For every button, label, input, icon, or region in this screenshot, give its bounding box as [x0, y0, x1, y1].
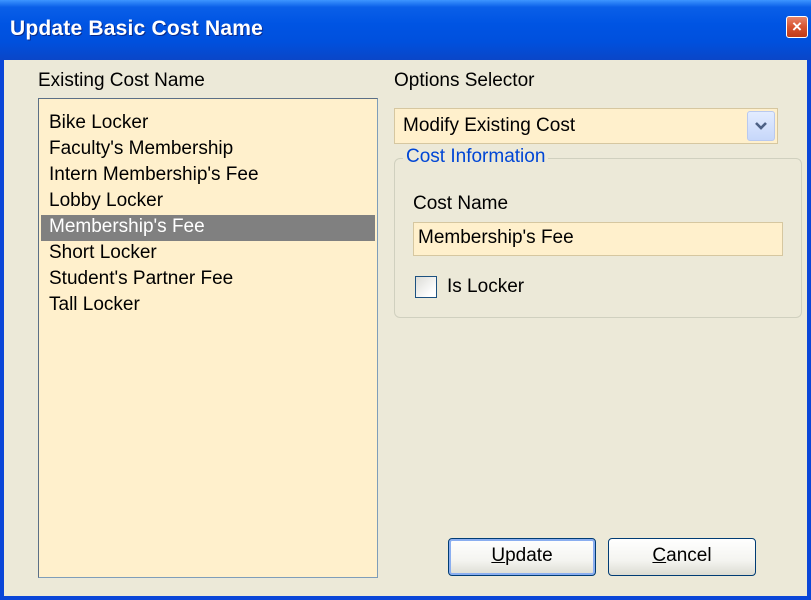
- cancel-button[interactable]: Cancel: [608, 538, 756, 576]
- options-selector-label: Options Selector: [394, 70, 535, 91]
- existing-cost-name-label: Existing Cost Name: [38, 70, 205, 91]
- list-item[interactable]: Bike Locker: [41, 111, 375, 137]
- list-item[interactable]: Faculty's Membership: [41, 137, 375, 163]
- list-item-selected[interactable]: Membership's Fee: [41, 215, 375, 241]
- list-item[interactable]: Tall Locker: [41, 293, 375, 319]
- list-item[interactable]: Student's Partner Fee: [41, 267, 375, 293]
- window-title: Update Basic Cost Name: [10, 17, 263, 40]
- update-label-rest: pdate: [505, 545, 553, 566]
- close-icon[interactable]: ×: [786, 16, 808, 38]
- cancel-label-rest: ancel: [666, 545, 712, 566]
- list-item[interactable]: Short Locker: [41, 241, 375, 267]
- title-bar[interactable]: Update Basic Cost Name ×: [0, 0, 811, 60]
- list-item[interactable]: Intern Membership's Fee: [41, 163, 375, 189]
- is-locker-checkbox[interactable]: [415, 276, 437, 298]
- cost-information-group: Cost Information Cost Name Membership's …: [394, 146, 802, 318]
- update-button[interactable]: Update: [448, 538, 596, 576]
- update-mnemonic: U: [491, 545, 506, 566]
- options-selector-value: Modify Existing Cost: [403, 115, 576, 136]
- list-item[interactable]: Lobby Locker: [41, 189, 375, 215]
- chevron-down-icon[interactable]: [747, 111, 775, 141]
- existing-cost-listbox[interactable]: Bike Locker Faculty's Membership Intern …: [38, 98, 378, 578]
- cancel-mnemonic: C: [652, 545, 667, 566]
- cost-name-label: Cost Name: [413, 193, 509, 214]
- dialog-window: Update Basic Cost Name × Existing Cost N…: [0, 0, 811, 600]
- is-locker-label: Is Locker: [447, 276, 525, 297]
- cost-information-legend: Cost Information: [403, 146, 549, 168]
- cost-name-field[interactable]: Membership's Fee: [413, 222, 783, 256]
- options-selector-dropdown[interactable]: Modify Existing Cost: [394, 108, 778, 144]
